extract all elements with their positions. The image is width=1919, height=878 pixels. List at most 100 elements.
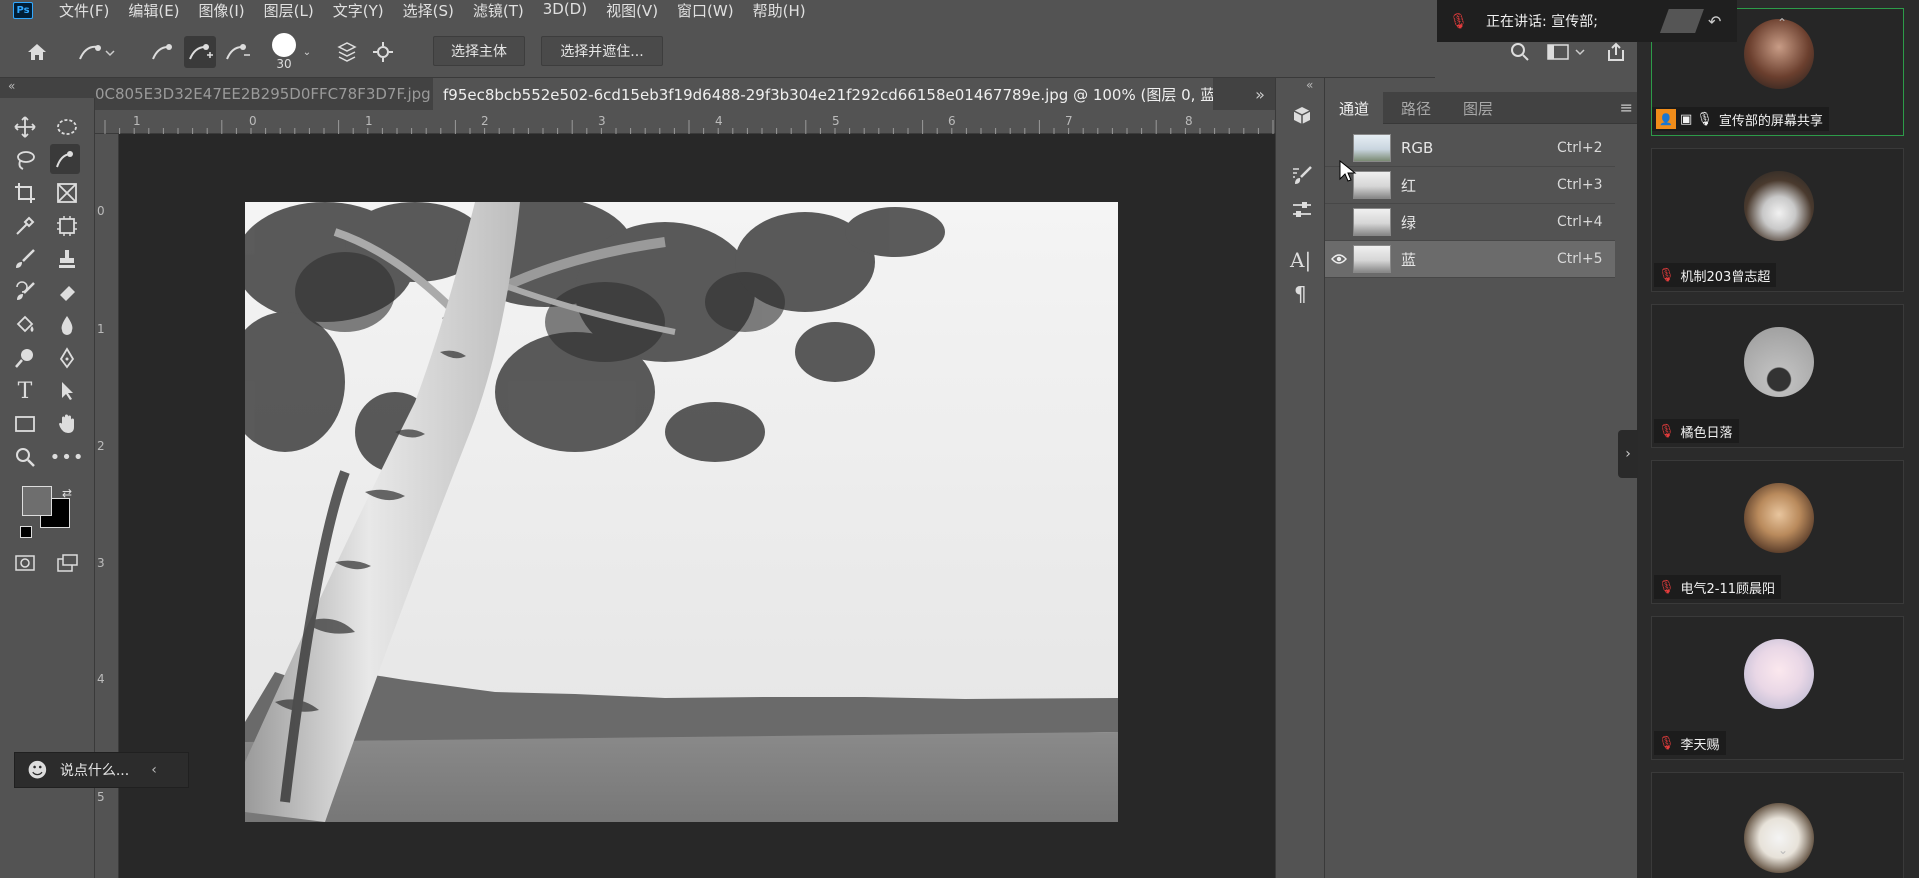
participant-tile[interactable]: 🎙 机制203曾志超 xyxy=(1651,148,1904,292)
3d-panel-icon[interactable] xyxy=(1290,104,1314,128)
pen-tool-icon[interactable] xyxy=(52,343,82,373)
panel-menu-icon[interactable]: ≡ xyxy=(1620,98,1633,117)
default-colors-icon[interactable] xyxy=(20,526,32,538)
home-icon[interactable] xyxy=(22,38,52,66)
visibility-toggle[interactable] xyxy=(1325,204,1353,241)
eyedropper-tool-icon[interactable] xyxy=(10,211,40,241)
history-brush-tool-icon[interactable] xyxy=(10,277,40,307)
tab-channels[interactable]: 通道 xyxy=(1325,92,1384,124)
screen-share-icon: ▣ xyxy=(1680,111,1693,127)
channel-row-blue[interactable]: 蓝 Ctrl+5 xyxy=(1325,241,1615,278)
channel-row-green[interactable]: 绿 Ctrl+4 xyxy=(1325,204,1615,241)
move-tool-icon[interactable] xyxy=(10,112,40,142)
participant-tile[interactable] xyxy=(1651,772,1904,878)
menu-filter[interactable]: 滤镜(T) xyxy=(473,0,524,21)
menu-file[interactable]: 文件(F) xyxy=(59,0,109,21)
frame-3d-tool-icon[interactable] xyxy=(52,211,82,241)
mic-off-icon: 🎙 xyxy=(1658,579,1675,595)
photoshop-logo-icon[interactable]: Ps xyxy=(13,1,33,19)
screen-mode-icon[interactable] xyxy=(52,548,82,578)
document-image[interactable] xyxy=(245,202,1118,822)
channel-row-red[interactable]: 红 Ctrl+3 xyxy=(1325,167,1615,204)
more-tabs-icon[interactable]: » xyxy=(1245,78,1275,110)
menu-layer[interactable]: 图层(L) xyxy=(264,0,314,21)
brush-settings-icon[interactable] xyxy=(1290,164,1314,188)
participant-tile[interactable]: 🎙 电气2-11顾晨阳 xyxy=(1651,460,1904,604)
channel-shortcut: Ctrl+4 xyxy=(1557,214,1603,230)
subtract-selection-brush-icon[interactable] xyxy=(222,38,252,66)
select-and-mask-button[interactable]: 选择并遮住... xyxy=(541,36,663,66)
sample-all-layers-icon[interactable] xyxy=(332,38,362,66)
menu-type[interactable]: 文字(Y) xyxy=(333,0,384,21)
swap-colors-icon[interactable]: ⇄ xyxy=(62,486,72,500)
brush-size-preview[interactable] xyxy=(272,33,296,57)
tab-document-2[interactable]: f95ec8bcb552e502-6cd15eb3f19d6488-29f3b3… xyxy=(433,78,1213,110)
hand-tool-icon[interactable] xyxy=(52,409,82,439)
channel-row-rgb[interactable]: RGB Ctrl+2 xyxy=(1325,130,1615,167)
tab-layers[interactable]: 图层 xyxy=(1449,92,1507,124)
channel-shortcut: Ctrl+5 xyxy=(1557,251,1603,267)
marquee-tool-icon[interactable] xyxy=(52,112,82,142)
mic-off-icon[interactable]: 🎙 xyxy=(1449,12,1468,30)
scroll-down-icon[interactable]: ⌄ xyxy=(1778,843,1788,857)
adjustments-icon[interactable] xyxy=(1290,198,1314,222)
chat-placeholder: 说点什么... xyxy=(59,763,130,779)
crop-tool-icon[interactable] xyxy=(10,178,40,208)
emoji-icon[interactable]: ☻ xyxy=(27,758,48,782)
menu-select[interactable]: 选择(S) xyxy=(403,0,454,21)
menu-view[interactable]: 视图(V) xyxy=(606,0,658,21)
undo-icon[interactable]: ↶ xyxy=(1708,12,1721,31)
participant-name-tag: 🎙 李天赐 xyxy=(1654,731,1726,755)
user-icon: 👤 xyxy=(1656,109,1676,129)
lasso-tool-icon[interactable] xyxy=(10,145,40,175)
quick-selection-tool-icon[interactable] xyxy=(50,144,80,174)
avatar xyxy=(1744,483,1814,553)
character-panel-icon[interactable]: A| xyxy=(1290,248,1314,272)
menu-3d[interactable]: 3D(D) xyxy=(543,0,587,21)
collapse-chat-icon[interactable]: ‹ xyxy=(151,762,157,778)
ruler-tick-label: 1 xyxy=(133,114,141,128)
participant-tile[interactable]: 🎙 李天赐 xyxy=(1651,616,1904,760)
collapse-panels-icon[interactable]: « xyxy=(1306,78,1313,92)
participant-tile[interactable]: 🎙 橘色日落 xyxy=(1651,304,1904,448)
stamp-tool-icon[interactable] xyxy=(52,244,82,274)
type-tool-icon[interactable]: T xyxy=(10,376,40,406)
brush-tool-icon[interactable] xyxy=(10,244,40,274)
menu-window[interactable]: 窗口(W) xyxy=(677,0,734,21)
menu-image[interactable]: 图像(I) xyxy=(199,0,245,21)
paragraph-panel-icon[interactable]: ¶ xyxy=(1294,282,1318,306)
new-selection-brush-icon[interactable] xyxy=(148,38,178,66)
quick-mask-icon[interactable] xyxy=(10,548,40,578)
select-subject-button[interactable]: 选择主体 xyxy=(433,36,525,66)
chat-input-toast[interactable]: ☻ 说点什么... ‹ xyxy=(14,752,189,788)
channel-shortcut: Ctrl+2 xyxy=(1557,140,1603,156)
path-selection-tool-icon[interactable] xyxy=(52,376,82,406)
collapse-toolbar-icon[interactable]: « xyxy=(8,79,15,93)
tab-paths[interactable]: 路径 xyxy=(1387,92,1445,124)
ruler-tick-label: 5 xyxy=(832,114,840,128)
more-tools-icon[interactable]: ••• xyxy=(50,442,84,472)
eraser-tool-icon[interactable] xyxy=(52,277,82,307)
scroll-up-icon[interactable]: ⌃ xyxy=(1777,16,1787,30)
rectangle-tool-icon[interactable] xyxy=(10,409,40,439)
blur-tool-icon[interactable] xyxy=(52,310,82,340)
enhance-edge-icon[interactable] xyxy=(368,38,398,66)
workspace-icon[interactable] xyxy=(1544,38,1588,66)
eye-icon[interactable] xyxy=(1325,241,1353,278)
quick-selection-preset-icon[interactable] xyxy=(74,38,118,66)
share-icon[interactable] xyxy=(1602,38,1630,66)
channel-name: 蓝 xyxy=(1401,250,1417,269)
chevron-down-icon[interactable]: ⌄ xyxy=(300,42,314,62)
zoom-tool-icon[interactable] xyxy=(10,442,40,472)
collapse-meeting-panel-icon[interactable]: › xyxy=(1618,430,1638,478)
menu-help[interactable]: 帮助(H) xyxy=(753,0,806,21)
foreground-color-swatch[interactable] xyxy=(22,486,52,516)
menu-edit[interactable]: 编辑(E) xyxy=(128,0,179,21)
tab-document-1[interactable]: 0C805E3D32E47EE2B295D0FFC78F3D7F.jpg × xyxy=(95,78,431,110)
search-icon[interactable] xyxy=(1506,38,1534,66)
toolbar-handle-icon[interactable] xyxy=(1659,9,1704,33)
paint-bucket-tool-icon[interactable] xyxy=(10,310,40,340)
frame-tool-icon[interactable] xyxy=(52,178,82,208)
dodge-tool-icon[interactable] xyxy=(10,343,40,373)
add-selection-brush-icon[interactable] xyxy=(184,36,216,68)
